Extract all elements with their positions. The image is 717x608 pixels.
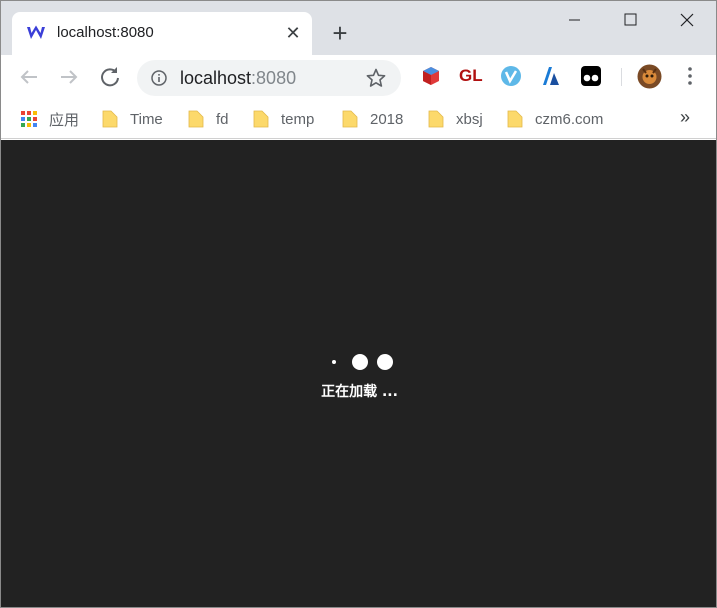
tampermonkey-icon[interactable] [580, 65, 602, 87]
page-content: 正在加载 ... [1, 140, 716, 607]
loading-spinner [1, 352, 716, 372]
folder-icon [253, 110, 269, 128]
bookmark-folder-time[interactable]: Time [102, 108, 163, 130]
back-arrow-icon[interactable] [15, 63, 43, 91]
reload-icon[interactable] [96, 63, 124, 91]
folder-icon [428, 110, 444, 128]
bookmark-star-icon[interactable] [366, 68, 386, 88]
tab-title: localhost:8080 [57, 24, 154, 41]
bookmark-folder-temp[interactable]: temp [253, 108, 314, 130]
bookmark-label: fd [216, 110, 229, 128]
folder-icon [342, 110, 358, 128]
toolbar-separator [621, 68, 622, 86]
bookmark-folder-2018[interactable]: 2018 [342, 108, 403, 130]
menu-kebab-icon[interactable] [679, 65, 701, 87]
a-extension-icon[interactable] [540, 65, 562, 87]
maximize-icon[interactable] [603, 1, 659, 39]
gl-extension-icon[interactable]: GL [459, 65, 483, 87]
folder-icon [188, 110, 204, 128]
bookmark-folder-fd[interactable]: fd [188, 108, 229, 130]
folder-icon [507, 110, 523, 128]
bookmark-label: xbsj [456, 110, 483, 128]
loading-dot [332, 360, 336, 364]
bookmark-folder-czm6[interactable]: czm6.com [507, 108, 603, 130]
forward-arrow-icon[interactable] [55, 63, 83, 91]
loading-dot [377, 354, 393, 370]
bookmark-apps[interactable]: 应用 [21, 108, 79, 130]
tab-strip: localhost:8080 ✕ + [1, 1, 716, 55]
bookmark-label: 应用 [49, 111, 80, 129]
browser-window: localhost:8080 ✕ + localhost:8080 GL 应用 … [0, 0, 717, 608]
bookmark-label: temp [281, 110, 315, 128]
loading-text: 正在加载 ... [321, 384, 398, 400]
3d-cube-icon[interactable] [420, 65, 442, 87]
url-port: :8080 [251, 68, 297, 88]
avatar[interactable] [637, 64, 662, 89]
bookmark-label: 2018 [370, 110, 404, 128]
bookmarks-overflow-icon[interactable]: » [680, 107, 690, 128]
window-close-icon[interactable] [659, 1, 715, 39]
bookmark-folder-xbsj[interactable]: xbsj [428, 108, 483, 130]
webpack-w-icon [27, 25, 45, 39]
folder-icon [102, 110, 118, 128]
new-tab-icon[interactable]: + [327, 20, 353, 46]
minimize-icon[interactable] [547, 1, 603, 39]
bookmark-label: Time [130, 110, 163, 128]
apps-grid-icon [21, 111, 37, 127]
loading-dot [352, 354, 368, 370]
url-text: localhost:8080 [180, 68, 296, 89]
address-bar[interactable]: localhost:8080 [137, 60, 401, 96]
toolbar: localhost:8080 GL [1, 55, 716, 99]
url-host: localhost [180, 68, 252, 88]
tab-active[interactable]: localhost:8080 ✕ [12, 12, 312, 55]
v-extension-icon[interactable] [500, 65, 522, 87]
info-icon[interactable] [151, 70, 167, 86]
bookmark-label: czm6.com [535, 110, 604, 128]
bookmarks-bar: 应用 Time fd temp 2018 xbsj czm6.com » [1, 99, 716, 139]
tab-close-icon[interactable]: ✕ [282, 22, 304, 44]
